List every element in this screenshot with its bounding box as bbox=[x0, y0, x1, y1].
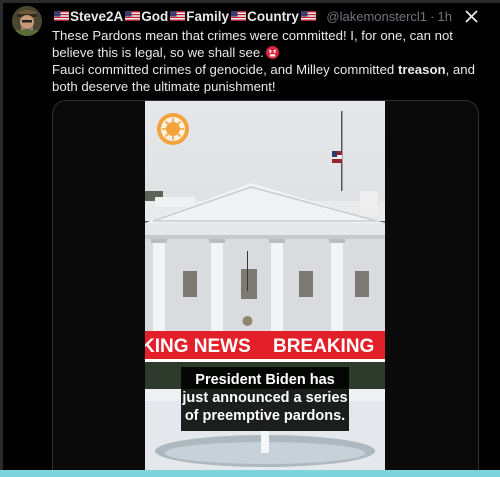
post-line-2-bold: treason bbox=[397, 62, 446, 77]
media-container[interactable]: KING NEWS BREAKING President Biden has j… bbox=[52, 100, 479, 471]
us-flag-icon bbox=[300, 11, 316, 21]
post-paragraph-1: These Pardons mean that crimes were comm… bbox=[52, 27, 477, 61]
separator-dot: · bbox=[430, 8, 435, 24]
name-part-4: Country bbox=[247, 8, 299, 24]
angry-face-emoji bbox=[265, 46, 279, 59]
verified-badge-icon bbox=[320, 15, 322, 17]
close-button[interactable] bbox=[462, 7, 480, 25]
breaking-news-banner-right: BREAKING bbox=[273, 336, 375, 357]
user-handle[interactable]: @lakemonstercl1 bbox=[326, 9, 427, 24]
us-flag-icon bbox=[231, 11, 247, 21]
post-timestamp[interactable]: 1h bbox=[438, 9, 452, 24]
name-part-1: Steve2A bbox=[70, 8, 124, 24]
post-line-2-start: Fauci committed crimes of genocide, and … bbox=[52, 62, 398, 77]
post-text: These Pardons mean that crimes were comm… bbox=[52, 27, 477, 95]
name-part-3: Family bbox=[186, 8, 230, 24]
name-part-2: God bbox=[141, 8, 169, 24]
post-line-1: These Pardons mean that crimes were comm… bbox=[52, 28, 453, 60]
window-left-border bbox=[0, 0, 3, 477]
us-flag-icon bbox=[170, 11, 186, 21]
display-name[interactable]: Steve2A God Family Country bbox=[52, 9, 317, 24]
window-bottom-bar bbox=[0, 470, 500, 477]
video-caption: President Biden has just announced a ser… bbox=[181, 367, 349, 431]
close-icon bbox=[464, 9, 478, 23]
post-paragraph-2: Fauci committed crimes of genocide, and … bbox=[52, 61, 477, 95]
sun-logo-icon bbox=[157, 113, 189, 145]
avatar[interactable] bbox=[12, 6, 42, 36]
us-flag-icon bbox=[54, 11, 69, 21]
us-flag-icon bbox=[125, 11, 141, 21]
post-header: Steve2A God Family Country @lakemonsterc… bbox=[52, 6, 452, 26]
window-top-border bbox=[0, 0, 500, 3]
breaking-news-banner-left: KING NEWS bbox=[145, 336, 251, 357]
